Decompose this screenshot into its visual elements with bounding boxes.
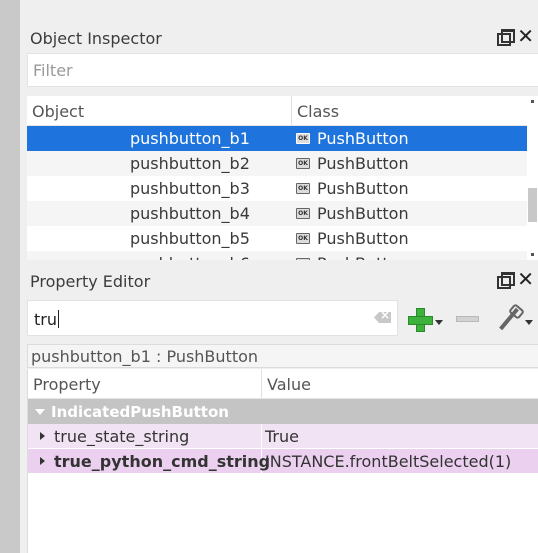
pushbutton-icon: OK [296,183,310,194]
expand-arrow-icon[interactable] [40,457,45,465]
pushbutton-icon: OK [296,158,310,169]
object-column-header[interactable]: Object [27,96,292,125]
close-icon[interactable]: ✕ [517,26,534,46]
float-icon[interactable] [497,29,516,46]
pushbutton-icon: OK [296,258,310,260]
pushbutton-icon: OK [296,133,310,144]
chevron-down-icon[interactable] [525,320,533,325]
value-column-header[interactable]: Value [262,369,311,398]
property-name-cell: true_state_string [28,423,262,449]
chevron-down-icon[interactable] [435,320,443,325]
scroll-down-arrow[interactable] [531,253,534,256]
table-row[interactable]: pushbutton_b4 OK PushButton [27,201,538,226]
expand-arrow-icon[interactable] [35,408,45,415]
property-search-value: tru [34,310,57,329]
object-table-scrollbar[interactable] [527,96,538,260]
property-value[interactable]: True [262,427,299,446]
property-search-input[interactable]: tru [27,300,398,336]
object-name: pushbutton_b1 [130,129,250,148]
configure-icon[interactable] [497,306,521,332]
property-group-row[interactable]: IndicatedPushButton [28,399,538,424]
object-class: PushButton [317,204,409,223]
clear-icon[interactable] [374,312,391,323]
scroll-thumb[interactable] [528,188,537,222]
property-column-header[interactable]: Property [28,369,262,398]
object-name: pushbutton_b2 [130,154,250,173]
close-icon[interactable]: ✕ [517,269,534,289]
object-inspector-dock-buttons: ✕ [497,26,534,46]
object-class-label: pushbutton_b1 : PushButton [27,344,538,368]
property-row[interactable]: true_state_string True [28,423,538,449]
property-table-header: Property Value [28,369,538,399]
object-name: pushbutton_b6 [27,254,292,260]
object-table-header: Object Class [27,96,538,126]
property-editor-dock-buttons: ✕ [497,269,534,289]
object-filter-input[interactable]: Filter [27,53,538,87]
object-class: PushButton [317,254,409,260]
property-name: true_python_cmd_string [54,451,271,471]
object-class: PushButton [317,154,409,173]
pushbutton-icon: OK [296,208,310,219]
object-class: PushButton [317,229,409,248]
property-group-label: IndicatedPushButton [51,402,229,421]
scroll-up-arrow[interactable] [531,100,534,103]
float-icon[interactable] [497,272,516,289]
remove-icon[interactable] [456,316,479,322]
object-class: PushButton [317,129,409,148]
property-row[interactable]: true_python_cmd_string INSTANCE.frontBel… [28,448,538,474]
expand-arrow-icon[interactable] [40,432,45,440]
table-row[interactable]: pushbutton_b6 OK PushButton [27,251,538,260]
object-name: pushbutton_b5 [130,229,250,248]
table-row[interactable]: pushbutton_b1 OK PushButton [27,126,538,151]
object-class: PushButton [317,179,409,198]
table-row[interactable]: pushbutton_b3 OK PushButton [27,176,538,201]
table-row[interactable]: pushbutton_b2 OK PushButton [27,151,538,176]
property-name-cell: true_python_cmd_string [28,448,270,474]
class-column-header[interactable]: Class [292,96,339,125]
table-row[interactable]: pushbutton_b5 OK PushButton [27,226,538,251]
text-caret [58,310,59,328]
object-inspector-title: Object Inspector [30,29,162,48]
object-name: pushbutton_b3 [130,179,250,198]
object-table: Object Class pushbutton_b1 OK PushButton … [27,96,538,260]
property-name: true_state_string [54,426,190,446]
object-name: pushbutton_b4 [130,204,250,223]
property-editor-title: Property Editor [30,272,151,291]
property-value[interactable]: INSTANCE.frontBeltSelected(1) [262,452,511,471]
left-splitter[interactable] [0,0,20,553]
property-table: Property Value IndicatedPushButton true_… [27,369,538,553]
add-icon[interactable] [407,307,433,332]
pushbutton-icon: OK [296,233,310,244]
